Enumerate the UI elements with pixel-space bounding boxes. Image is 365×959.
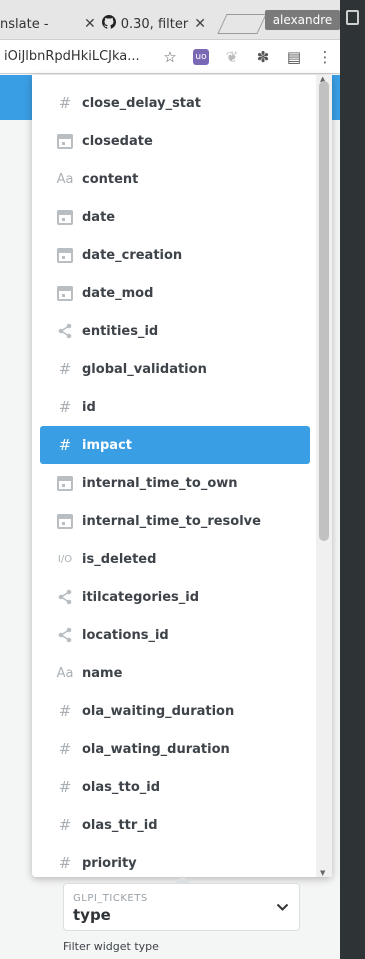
field-list: # close_delay_stat closedate Aa content date d… (32, 84, 318, 877)
number-type-icon: # (58, 740, 72, 758)
field-option-label: id (82, 399, 96, 415)
number-type-icon: # (58, 702, 72, 720)
field-option-label: entities_id (82, 323, 159, 339)
field-option-label: internal_time_to_resolve (82, 513, 261, 529)
select-table-label: GLPI_TICKETS (73, 893, 148, 904)
field-option-itilcategories-id[interactable]: itilcategories_id (40, 578, 310, 616)
menu-icon[interactable]: ⋮ (314, 46, 336, 68)
calendar-icon (55, 473, 75, 493)
field-option-label: date (82, 209, 116, 225)
calendar-icon (55, 245, 75, 265)
field-option-label: impact (82, 437, 133, 453)
calendar-icon (55, 511, 75, 531)
field-option-olas-tto-id[interactable]: # olas_tto_id (40, 768, 310, 806)
field-option-global-validation[interactable]: # global_validation (40, 350, 310, 388)
number-type-icon: # (58, 854, 72, 872)
address-bar: iOiJlbnRpdHkiLCJka... ☆ uo ❦ ✽ ▤ ⋮ (0, 40, 340, 74)
number-type-icon: # (58, 360, 72, 378)
field-option-locations-id[interactable]: locations_id (40, 616, 310, 654)
field-option-date[interactable]: date (40, 198, 310, 236)
share-icon (55, 625, 75, 645)
scroll-down-icon[interactable]: ▼ (320, 869, 325, 877)
tab-close-icon[interactable]: ✕ (84, 16, 96, 32)
field-option-olas-ttr-id[interactable]: # olas_ttr_id (40, 806, 310, 844)
field-option-date-mod[interactable]: date_mod (40, 274, 310, 312)
field-option-internal-time-to-own[interactable]: internal_time_to_own (40, 464, 310, 502)
select-value: type (73, 906, 111, 924)
field-option-is-deleted[interactable]: I/O is_deleted (40, 540, 310, 578)
feather-icon[interactable]: ❦ (221, 46, 243, 68)
url-field[interactable]: iOiJlbnRpdHkiLCJka... (4, 49, 150, 64)
browser-tab-translate[interactable]: nslate - (0, 8, 78, 40)
calendar-icon (55, 207, 75, 227)
field-option-label: closedate (82, 133, 153, 149)
boolean-type-icon: I/O (57, 553, 73, 565)
field-option-label: ola_wating_duration (82, 741, 230, 757)
field-option-id[interactable]: # id (40, 388, 310, 426)
number-type-icon: # (58, 778, 72, 796)
browser-tabbar: nslate - ✕ 0.30, filter ✕ alexandre (0, 0, 340, 40)
field-option-label: date_creation (82, 247, 183, 263)
field-option-label: global_validation (82, 361, 207, 377)
field-option-label: itilcategories_id (82, 589, 200, 605)
profile-chip[interactable]: alexandre (265, 10, 340, 30)
field-option-label: internal_time_to_own (82, 475, 238, 491)
number-type-icon: # (58, 436, 72, 454)
field-option-label: is_deleted (82, 551, 157, 567)
scroll-thumb[interactable] (319, 81, 329, 541)
field-option-label: priority (82, 855, 137, 871)
number-type-icon: # (58, 94, 72, 112)
calendar-icon (55, 283, 75, 303)
ublock-icon[interactable]: uo (190, 46, 212, 68)
field-option-label: olas_tto_id (82, 779, 161, 795)
tab-close-icon[interactable]: ✕ (194, 16, 206, 32)
tab-title: nslate - (0, 16, 49, 32)
text-type-icon: Aa (56, 171, 74, 187)
field-option-internal-time-to-resolve[interactable]: internal_time_to_resolve (40, 502, 310, 540)
field-option-closedate[interactable]: closedate (40, 122, 310, 160)
field-option-label: locations_id (82, 627, 169, 643)
filter-help-text: Filter widget type (63, 940, 159, 953)
field-option-name[interactable]: Aa name (40, 654, 310, 692)
field-option-ola-wating-duration[interactable]: # ola_wating_duration (40, 730, 310, 768)
field-option-label: content (82, 171, 139, 187)
gnome-icon[interactable]: ✽ (252, 46, 274, 68)
calendar-icon (55, 131, 75, 151)
window-icon[interactable] (346, 10, 359, 25)
field-option-date-creation[interactable]: date_creation (40, 236, 310, 274)
field-option-label: date_mod (82, 285, 154, 301)
desktop-panel (340, 0, 365, 959)
share-icon (55, 587, 75, 607)
github-icon (101, 15, 116, 33)
field-option-label: olas_ttr_id (82, 817, 158, 833)
chevron-down-icon (276, 898, 289, 916)
number-type-icon: # (58, 816, 72, 834)
text-type-icon: Aa (56, 665, 74, 681)
field-option-content[interactable]: Aa content (40, 160, 310, 198)
field-option-impact[interactable]: # impact (40, 426, 310, 464)
field-option-close-delay-stat[interactable]: # close_delay_stat (40, 84, 310, 122)
share-icon (55, 321, 75, 341)
browser-tab-github[interactable]: ✕ 0.30, filter ✕ (84, 8, 216, 40)
field-option-priority[interactable]: # priority (40, 844, 310, 877)
bookmark-star-icon[interactable]: ☆ (159, 46, 181, 68)
new-tab-button[interactable] (217, 14, 267, 34)
dropdown-scrollbar[interactable]: ▲ ▼ (316, 75, 332, 877)
field-dropdown: # close_delay_stat closedate Aa content date d… (32, 75, 332, 877)
document-icon[interactable]: ▤ (283, 46, 305, 68)
field-option-ola-waiting-duration[interactable]: # ola_waiting_duration (40, 692, 310, 730)
filter-type-select[interactable]: GLPI_TICKETS type (63, 883, 300, 931)
tab-title: 0.30, filter (120, 16, 189, 32)
field-option-label: name (82, 665, 123, 681)
number-type-icon: # (58, 398, 72, 416)
field-option-entities-id[interactable]: entities_id (40, 312, 310, 350)
field-option-label: close_delay_stat (82, 95, 202, 111)
field-option-label: ola_waiting_duration (82, 703, 235, 719)
